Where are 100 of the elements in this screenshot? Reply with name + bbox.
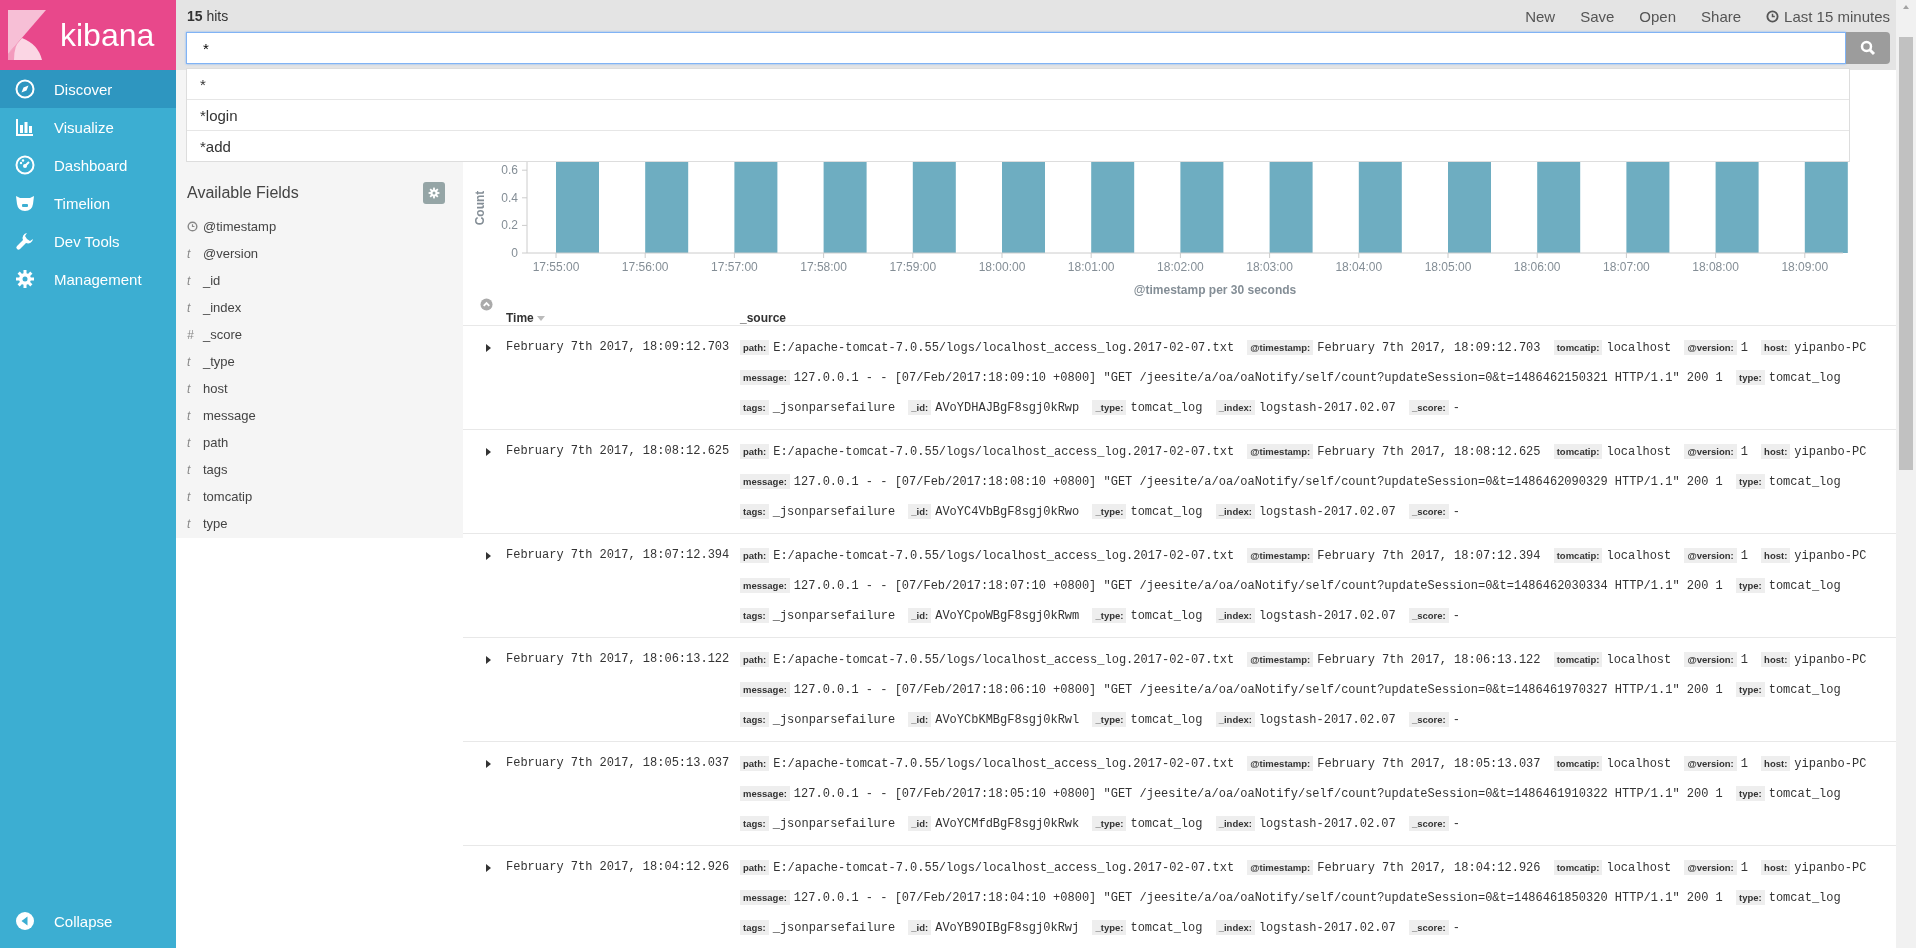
x-tick-label: 18:01:00 [1067,260,1115,274]
histogram-bar[interactable] [1804,162,1848,253]
field-label: path: [740,652,770,667]
field-value: February 7th 2017, 18:09:12.703 [1317,341,1541,355]
field-name[interactable]: path [203,435,229,450]
field-value: AVoYCMfdBgF8sgj0kRwk [935,817,1080,831]
field-label: tags: [740,920,769,935]
search-field[interactable]: * [186,32,1846,64]
expand-caret-icon[interactable] [486,551,491,560]
time-picker[interactable]: Last 15 minutes [1766,7,1890,25]
field-label: host: [1761,444,1791,459]
field-name[interactable]: @timestamp [203,219,277,234]
field-value: localhost [1606,549,1672,563]
clock-icon [1766,9,1780,23]
histogram-bar[interactable] [1358,162,1402,253]
field-value: - [1452,505,1460,519]
field-type-glyph: t [187,435,191,450]
x-tick-label: 18:04:00 [1335,260,1383,274]
histogram-bar[interactable] [1180,162,1224,253]
field-label: _index: [1215,920,1255,935]
histogram-bar[interactable] [1715,162,1759,253]
field-value: E:/apache-tomcat-7.0.55/logs/localhost_access_log.2017-02-07.txt [773,341,1235,355]
field-label: message: [740,578,790,593]
field-label: type: [1736,682,1765,697]
settings-button[interactable] [423,182,445,204]
field-label: @timestamp: [1247,548,1314,563]
histogram-bar[interactable] [912,162,956,253]
field-value: 1 [1740,549,1748,563]
expand-caret-icon[interactable] [486,863,491,872]
expand-caret-icon[interactable] [486,447,491,456]
toolbar-link[interactable]: Save [1580,7,1615,25]
histogram-bar[interactable] [823,162,867,253]
search-button[interactable] [1846,32,1890,64]
field-name[interactable]: host [203,381,228,396]
field-name[interactable]: type [203,516,228,531]
field-value: logstash-2017.02.07 [1258,713,1396,727]
field-value: 1 [1740,341,1748,355]
field-value: localhost [1606,445,1672,459]
histogram-bar[interactable] [1626,162,1670,253]
field-name[interactable]: @version [203,246,259,261]
field-type-glyph: t [187,381,191,396]
x-tick-label: 18:08:00 [1692,260,1739,274]
field-value: tomcat_log [1768,683,1841,697]
field-value: localhost [1606,341,1672,355]
histogram-bar[interactable] [645,162,689,253]
field-label: message: [740,682,790,697]
field-label: host: [1761,340,1791,355]
toolbar-link[interactable]: Share [1701,7,1742,25]
suggestion-item[interactable]: *login [187,99,1849,130]
field-label: @version: [1684,860,1737,875]
field-label: _score: [1408,712,1449,727]
field-label: path: [740,340,770,355]
field-label: _index: [1215,400,1255,415]
field-value: _jsonparsefailure [772,817,896,831]
scrollbar[interactable] [1896,0,1916,948]
field-type-glyph: t [187,489,191,504]
field-value: _jsonparsefailure [772,921,896,935]
toolbar-link[interactable]: New [1525,7,1556,25]
x-tick-label: 17:56:00 [621,260,669,274]
field-label: tags: [740,400,769,415]
field-type-glyph: t [187,246,191,261]
expand-caret-icon[interactable] [486,343,491,352]
field-value: AVoYB9OIBgF8sgj0kRwj [935,921,1080,935]
collapse-chart-icon[interactable] [480,298,493,311]
field-value: - [1452,921,1460,935]
field-name[interactable]: tomcatip [203,489,253,504]
sort-caret-icon[interactable] [536,315,545,321]
toolbar-link[interactable]: Open [1639,7,1677,25]
field-label: tomcatip: [1553,860,1603,875]
suggestion-item[interactable]: *add [187,130,1849,161]
field-label: @timestamp: [1247,860,1314,875]
field-label: path: [740,444,770,459]
column-header[interactable]: Time [506,311,534,325]
clock-icon [187,221,198,232]
expand-caret-icon[interactable] [486,655,491,664]
field-name[interactable]: _index [203,300,242,315]
suggestion-item[interactable]: * [187,69,1849,99]
histogram-bar[interactable] [1269,162,1313,253]
field-label: path: [740,548,770,563]
histogram-bar[interactable] [1091,162,1135,253]
bar-chart-icon [15,117,35,137]
field-value: 127.0.0.1 - - [07/Feb/2017:18:04:10 +0800] "GET /jeesite/a/oa/oaNotify/self/count?updateSession=0&t=1486461850320 HTTP/1.1" 200 1 [793,891,1723,905]
field-value: 127.0.0.1 - - [07/Feb/2017:18:09:10 +0800] "GET /jeesite/a/oa/oaNotify/self/count?updateSession=0&t=1486462150321 HTTP/1.1" 200 1 [793,371,1723,385]
histogram-bar[interactable] [1537,162,1581,253]
field-name[interactable]: _id [203,273,221,288]
field-name[interactable]: message [203,408,256,423]
field-label: message: [740,474,790,489]
wrench-icon [15,231,35,251]
field-value: _jsonparsefailure [772,505,896,519]
x-tick-label: 17:55:00 [532,260,580,274]
field-name[interactable]: _type [203,354,235,369]
expand-caret-icon[interactable] [486,759,491,768]
y-tick-label: 0 [511,246,518,260]
field-label: tomcatip: [1553,444,1603,459]
field-value: tomcat_log [1130,921,1203,935]
field-name[interactable]: _score [203,327,243,342]
bear-icon [14,193,36,213]
histogram-bar[interactable] [734,162,778,253]
field-value: tomcat_log [1768,475,1841,489]
field-name[interactable]: tags [203,462,228,477]
